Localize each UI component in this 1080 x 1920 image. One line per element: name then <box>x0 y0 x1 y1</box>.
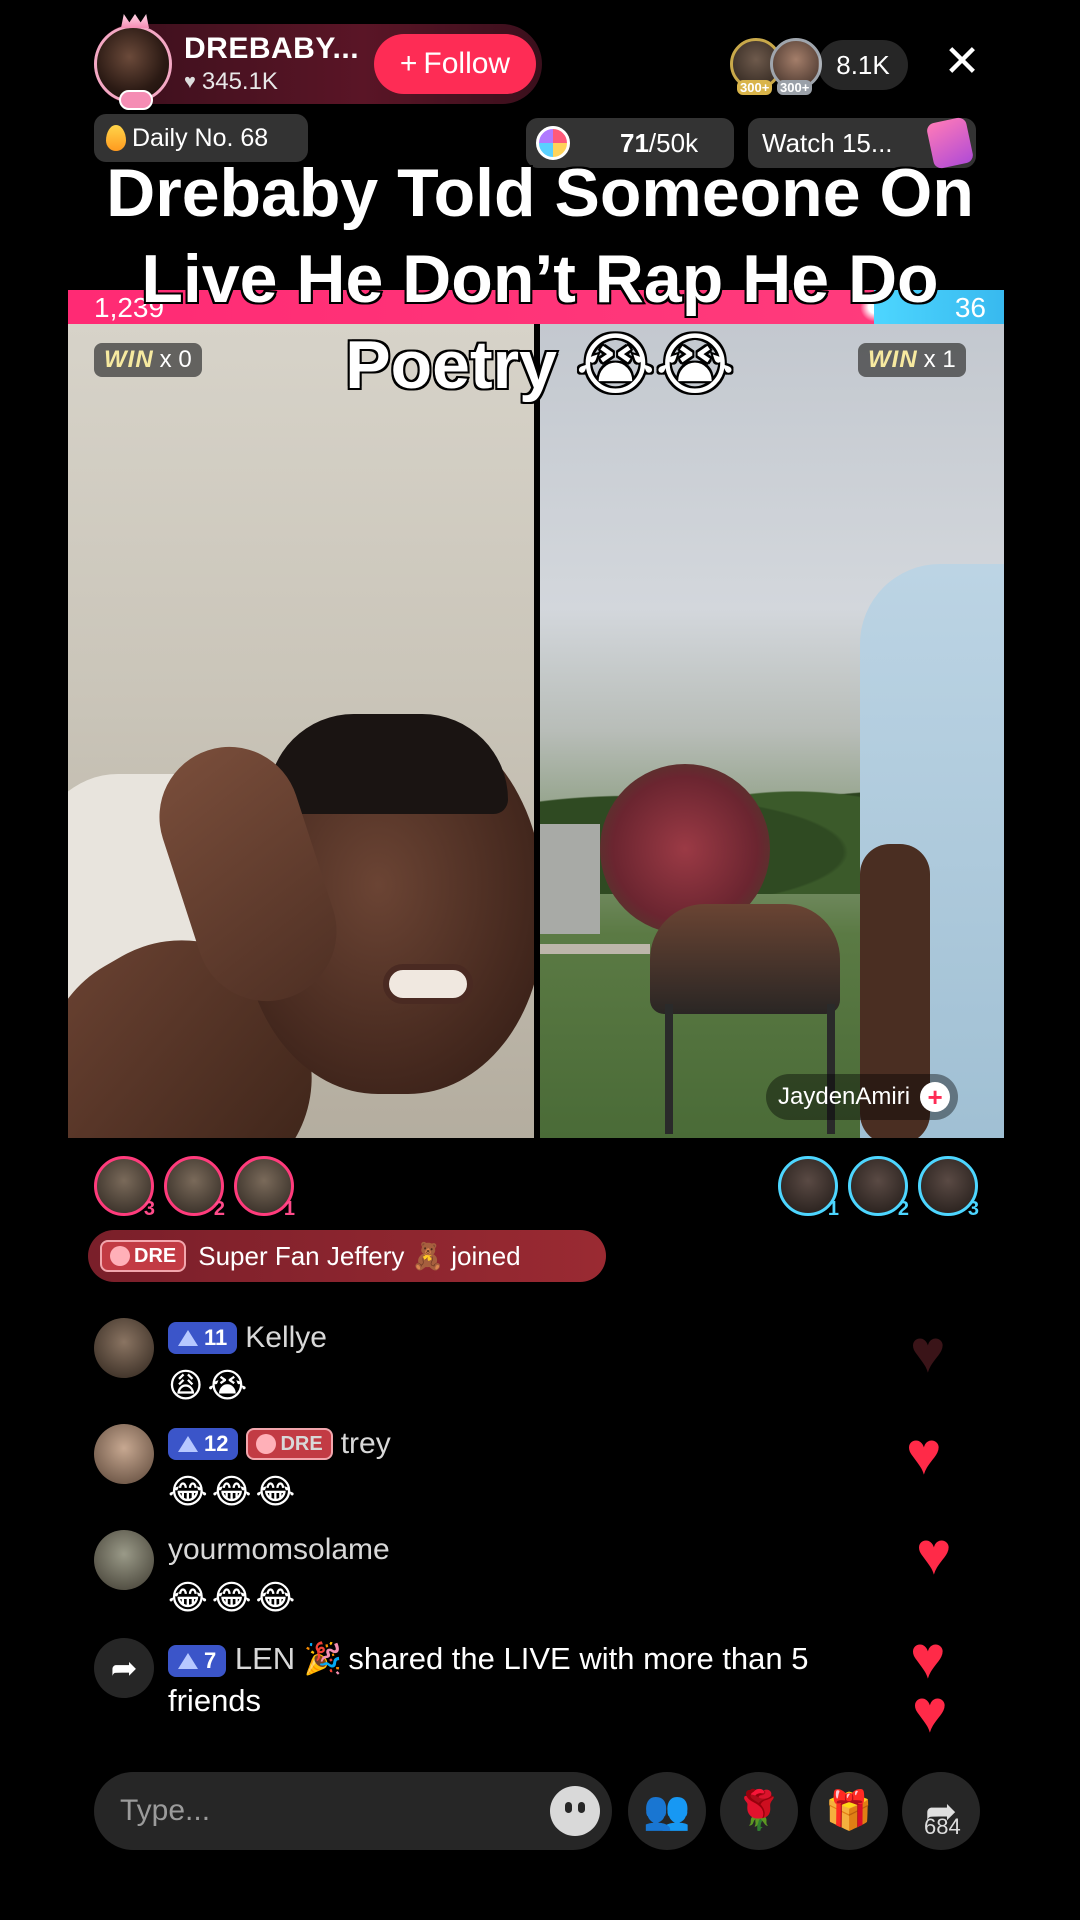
rose-icon: 🌹 <box>735 1790 783 1832</box>
comment-input[interactable]: Type... <box>94 1772 612 1850</box>
heart-icon: ♥ <box>916 1520 952 1587</box>
share-arrow-icon: ➦ <box>94 1638 154 1698</box>
heart-badge-icon <box>119 90 153 110</box>
close-icon[interactable]: ✕ <box>940 40 984 84</box>
gifter-rank: 2 <box>897 1198 909 1220</box>
people-icon: 👥 <box>643 1790 691 1832</box>
heart-icon: ♥ <box>184 70 196 93</box>
chat-body: 7 LEN 🎉 shared the LIVE with more than 5 … <box>168 1638 908 1722</box>
level-icon <box>178 1436 198 1452</box>
host-likes: ♥ 345.1K <box>184 68 359 96</box>
gifter-avatar[interactable]: 2 <box>848 1156 909 1220</box>
fan-club-name: DRE <box>134 1244 177 1267</box>
comment-placeholder: Type... <box>120 1794 211 1827</box>
fan-club-name: DRE <box>280 1432 323 1455</box>
gift-button[interactable]: 🎁 <box>810 1772 888 1850</box>
follow-button[interactable]: + Follow <box>374 34 536 94</box>
gifter-rank: 1 <box>827 1198 839 1220</box>
video-caption: Drebaby Told Someone On Live He Don’t Ra… <box>104 153 976 405</box>
emoji-icon[interactable] <box>550 1786 600 1836</box>
level-number: 7 <box>204 1647 217 1673</box>
chat-text: 😂😂😂 <box>168 1579 300 1617</box>
chat-header: 11 Kellye <box>168 1318 327 1358</box>
heart-icon: ♥ <box>906 1420 942 1487</box>
opponent-name-tag[interactable]: JaydenAmiri + <box>766 1074 959 1120</box>
crown-icon <box>121 14 149 28</box>
fan-club-badge: DRE <box>100 1240 187 1272</box>
username[interactable]: Kellye <box>245 1321 327 1355</box>
gifter-rank: 2 <box>213 1198 225 1220</box>
fan-level-icon <box>256 1434 277 1454</box>
host-video[interactable] <box>68 324 534 1138</box>
share-count: 684 <box>924 1814 961 1839</box>
opponent-name: JaydenAmiri <box>778 1083 911 1110</box>
host-name: DREBABY... <box>184 32 360 65</box>
hair <box>268 714 508 814</box>
multi-guest-button[interactable]: 👥 <box>628 1772 706 1850</box>
heart-icon: ♥ <box>912 1678 948 1745</box>
username[interactable]: yourmomsolame <box>168 1533 390 1567</box>
viewer-badge: 300+ <box>777 80 813 95</box>
chat-header: yourmomsolame <box>168 1530 390 1570</box>
chat-text: 😩😭 <box>168 1367 252 1405</box>
share-text: 7 LEN 🎉 shared the LIVE with more than 5 … <box>168 1638 908 1722</box>
chat-body: yourmomsolame 😂😂😂 <box>168 1530 390 1618</box>
level-badge: 11 <box>168 1322 238 1354</box>
gifter-avatar[interactable]: 1 <box>778 1156 839 1220</box>
top-viewers[interactable]: 300+ 300+ <box>730 38 822 95</box>
username[interactable]: trey <box>341 1427 391 1461</box>
level-badge: 12 <box>168 1428 239 1460</box>
chat-text: 😂😂😂 <box>168 1473 300 1511</box>
level-badge: 7 <box>168 1644 227 1677</box>
chat-body: 12 DRE trey 😂😂😂 <box>168 1424 391 1512</box>
plus-follow-icon[interactable]: + <box>920 1082 951 1112</box>
gifter-avatar[interactable]: 1 <box>234 1156 295 1220</box>
fire-icon <box>106 125 126 151</box>
picnic-table <box>540 944 650 954</box>
level-icon <box>178 1330 198 1346</box>
fan-club-badge: DRE <box>246 1428 333 1460</box>
mouth <box>383 964 473 1004</box>
house <box>540 824 600 934</box>
daily-rank-text: Daily No. 68 <box>132 123 269 152</box>
gifter-rank: 3 <box>967 1198 979 1220</box>
level-number: 11 <box>204 1325 228 1350</box>
viewer-badge: 300+ <box>737 80 773 95</box>
gifter-avatar[interactable]: 2 <box>164 1156 225 1220</box>
plus-icon: + <box>399 47 418 80</box>
level-number: 12 <box>204 1431 229 1456</box>
fan-level-icon <box>110 1246 130 1266</box>
rose-gift-button[interactable]: 🌹 <box>720 1772 798 1850</box>
gifter-rank: 1 <box>283 1198 295 1220</box>
host-avatar[interactable] <box>94 14 172 110</box>
username[interactable]: LEN 🎉 <box>235 1641 343 1676</box>
level-icon <box>178 1652 198 1669</box>
chat-header: 12 DRE trey <box>168 1424 391 1464</box>
gifter-avatar[interactable]: 3 <box>918 1156 979 1220</box>
host-info: DREBABY... ♥ 345.1K <box>184 32 359 96</box>
gift-icon: 🎁 <box>825 1790 873 1832</box>
viewer-count[interactable]: 8.1K <box>818 40 908 90</box>
opponent-video[interactable] <box>540 324 1004 1138</box>
gifter-rank: 3 <box>143 1198 155 1220</box>
join-notice: DRE Super Fan Jeffery 🧸 joined <box>88 1230 606 1282</box>
user-avatar[interactable] <box>94 1424 154 1484</box>
user-avatar[interactable] <box>94 1530 154 1590</box>
gifter-avatar[interactable]: 3 <box>94 1156 155 1220</box>
grill <box>650 904 840 1014</box>
viewer-avatar[interactable]: 300+ <box>770 38 822 95</box>
join-text: Super Fan Jeffery 🧸 joined <box>198 1240 521 1271</box>
heart-icon: ♥ <box>910 1318 946 1385</box>
follow-label: Follow <box>423 47 511 80</box>
chat-body: 11 Kellye 😩😭 <box>168 1318 327 1406</box>
user-avatar[interactable] <box>94 1318 154 1378</box>
host-likes-count: 345.1K <box>201 68 278 95</box>
